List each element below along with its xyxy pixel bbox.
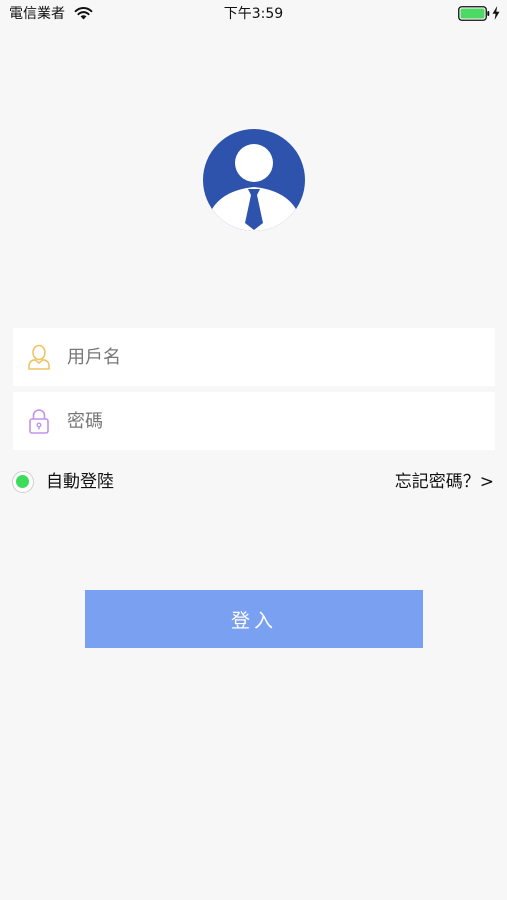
charging-bolt-icon	[492, 6, 500, 20]
radio-checked-dot	[16, 475, 29, 488]
auto-login-toggle[interactable]: 自動登陸	[12, 469, 114, 495]
user-avatar-icon	[203, 129, 305, 231]
password-field[interactable]	[13, 392, 495, 450]
lock-icon	[29, 409, 49, 434]
user-icon	[28, 344, 50, 370]
status-bar: 電信業者 下午3:59	[0, 0, 507, 28]
username-field[interactable]	[13, 328, 495, 386]
status-time: 下午3:59	[223, 6, 284, 22]
username-input[interactable]	[67, 328, 487, 386]
auto-login-label: 自動登陸	[46, 472, 114, 492]
battery-charging-icon	[458, 6, 490, 21]
forgot-password-link[interactable]: 忘記密碼？>	[395, 471, 494, 493]
login-button[interactable]: 登入	[85, 590, 423, 648]
auto-login-radio[interactable]	[12, 471, 34, 493]
password-input[interactable]	[67, 392, 487, 450]
